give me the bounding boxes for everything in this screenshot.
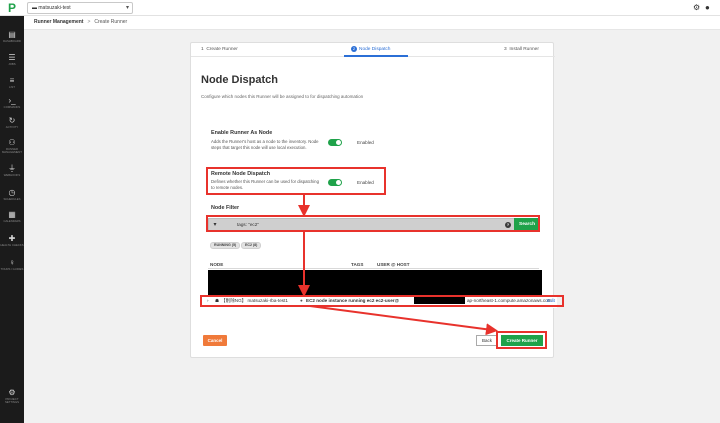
arrow-node-row-to-create <box>309 305 498 336</box>
annotation-arrows <box>298 195 498 336</box>
